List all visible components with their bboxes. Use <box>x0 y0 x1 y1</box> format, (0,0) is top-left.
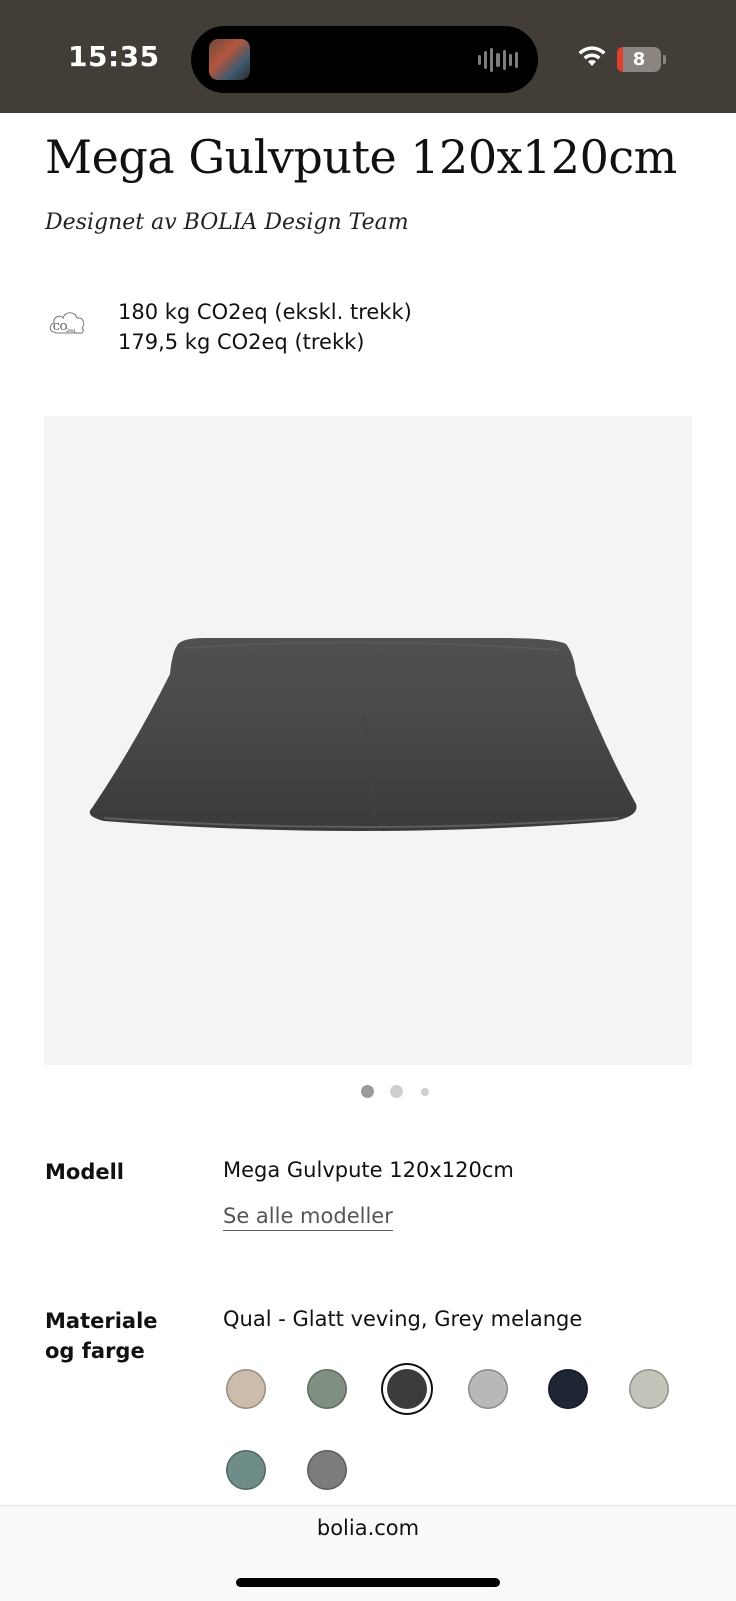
now-playing-artwork[interactable] <box>209 39 250 80</box>
status-bar: 15:35 8 <box>0 0 736 113</box>
see-all-models-link[interactable]: Se alle modeller <box>223 1204 393 1231</box>
material-label: Materiale og farge <box>45 1306 158 1366</box>
material-value: Qual - Glatt veving, Grey melange <box>223 1307 583 1331</box>
url-bar[interactable]: bolia.com <box>0 1516 736 1540</box>
home-indicator[interactable] <box>236 1578 500 1587</box>
clock: 15:35 <box>68 40 160 73</box>
color-swatch[interactable] <box>548 1369 588 1409</box>
carousel-dot-1[interactable] <box>361 1085 374 1098</box>
dynamic-island[interactable] <box>191 26 538 93</box>
battery-icon: 8 <box>617 47 661 72</box>
carousel-dot-2[interactable] <box>390 1085 403 1098</box>
floor-cushion-image <box>89 638 637 831</box>
color-swatch[interactable] <box>226 1450 266 1490</box>
co2-excl-cover: 180 kg CO2eq (ekskl. trekk) <box>118 300 412 324</box>
cloud-co2-icon: CO 2eq <box>49 312 85 334</box>
color-swatch[interactable] <box>468 1369 508 1409</box>
material-label-line2: og farge <box>45 1339 145 1363</box>
product-image[interactable] <box>44 416 692 1065</box>
battery-tip <box>663 55 666 64</box>
co2-cover: 179,5 kg CO2eq (trekk) <box>118 330 365 354</box>
product-designer: Designet av BOLIA Design Team <box>45 210 409 235</box>
color-swatch[interactable] <box>307 1369 347 1409</box>
color-swatch[interactable] <box>629 1369 669 1409</box>
carousel-dot-3[interactable] <box>421 1088 429 1096</box>
color-swatch[interactable] <box>307 1450 347 1490</box>
carousel-dots[interactable] <box>359 1083 439 1099</box>
product-title: Mega Gulvpute 120x120cm <box>45 130 677 184</box>
model-value: Mega Gulvpute 120x120cm <box>223 1158 514 1182</box>
color-swatch[interactable] <box>387 1369 427 1409</box>
battery-level: 8 <box>632 49 646 70</box>
svg-text:2eq: 2eq <box>66 328 76 334</box>
model-label: Modell <box>45 1160 124 1184</box>
material-label-line1: Materiale <box>45 1309 158 1333</box>
wifi-icon <box>578 46 606 66</box>
audio-waveform-icon <box>478 48 518 72</box>
color-swatch[interactable] <box>226 1369 266 1409</box>
